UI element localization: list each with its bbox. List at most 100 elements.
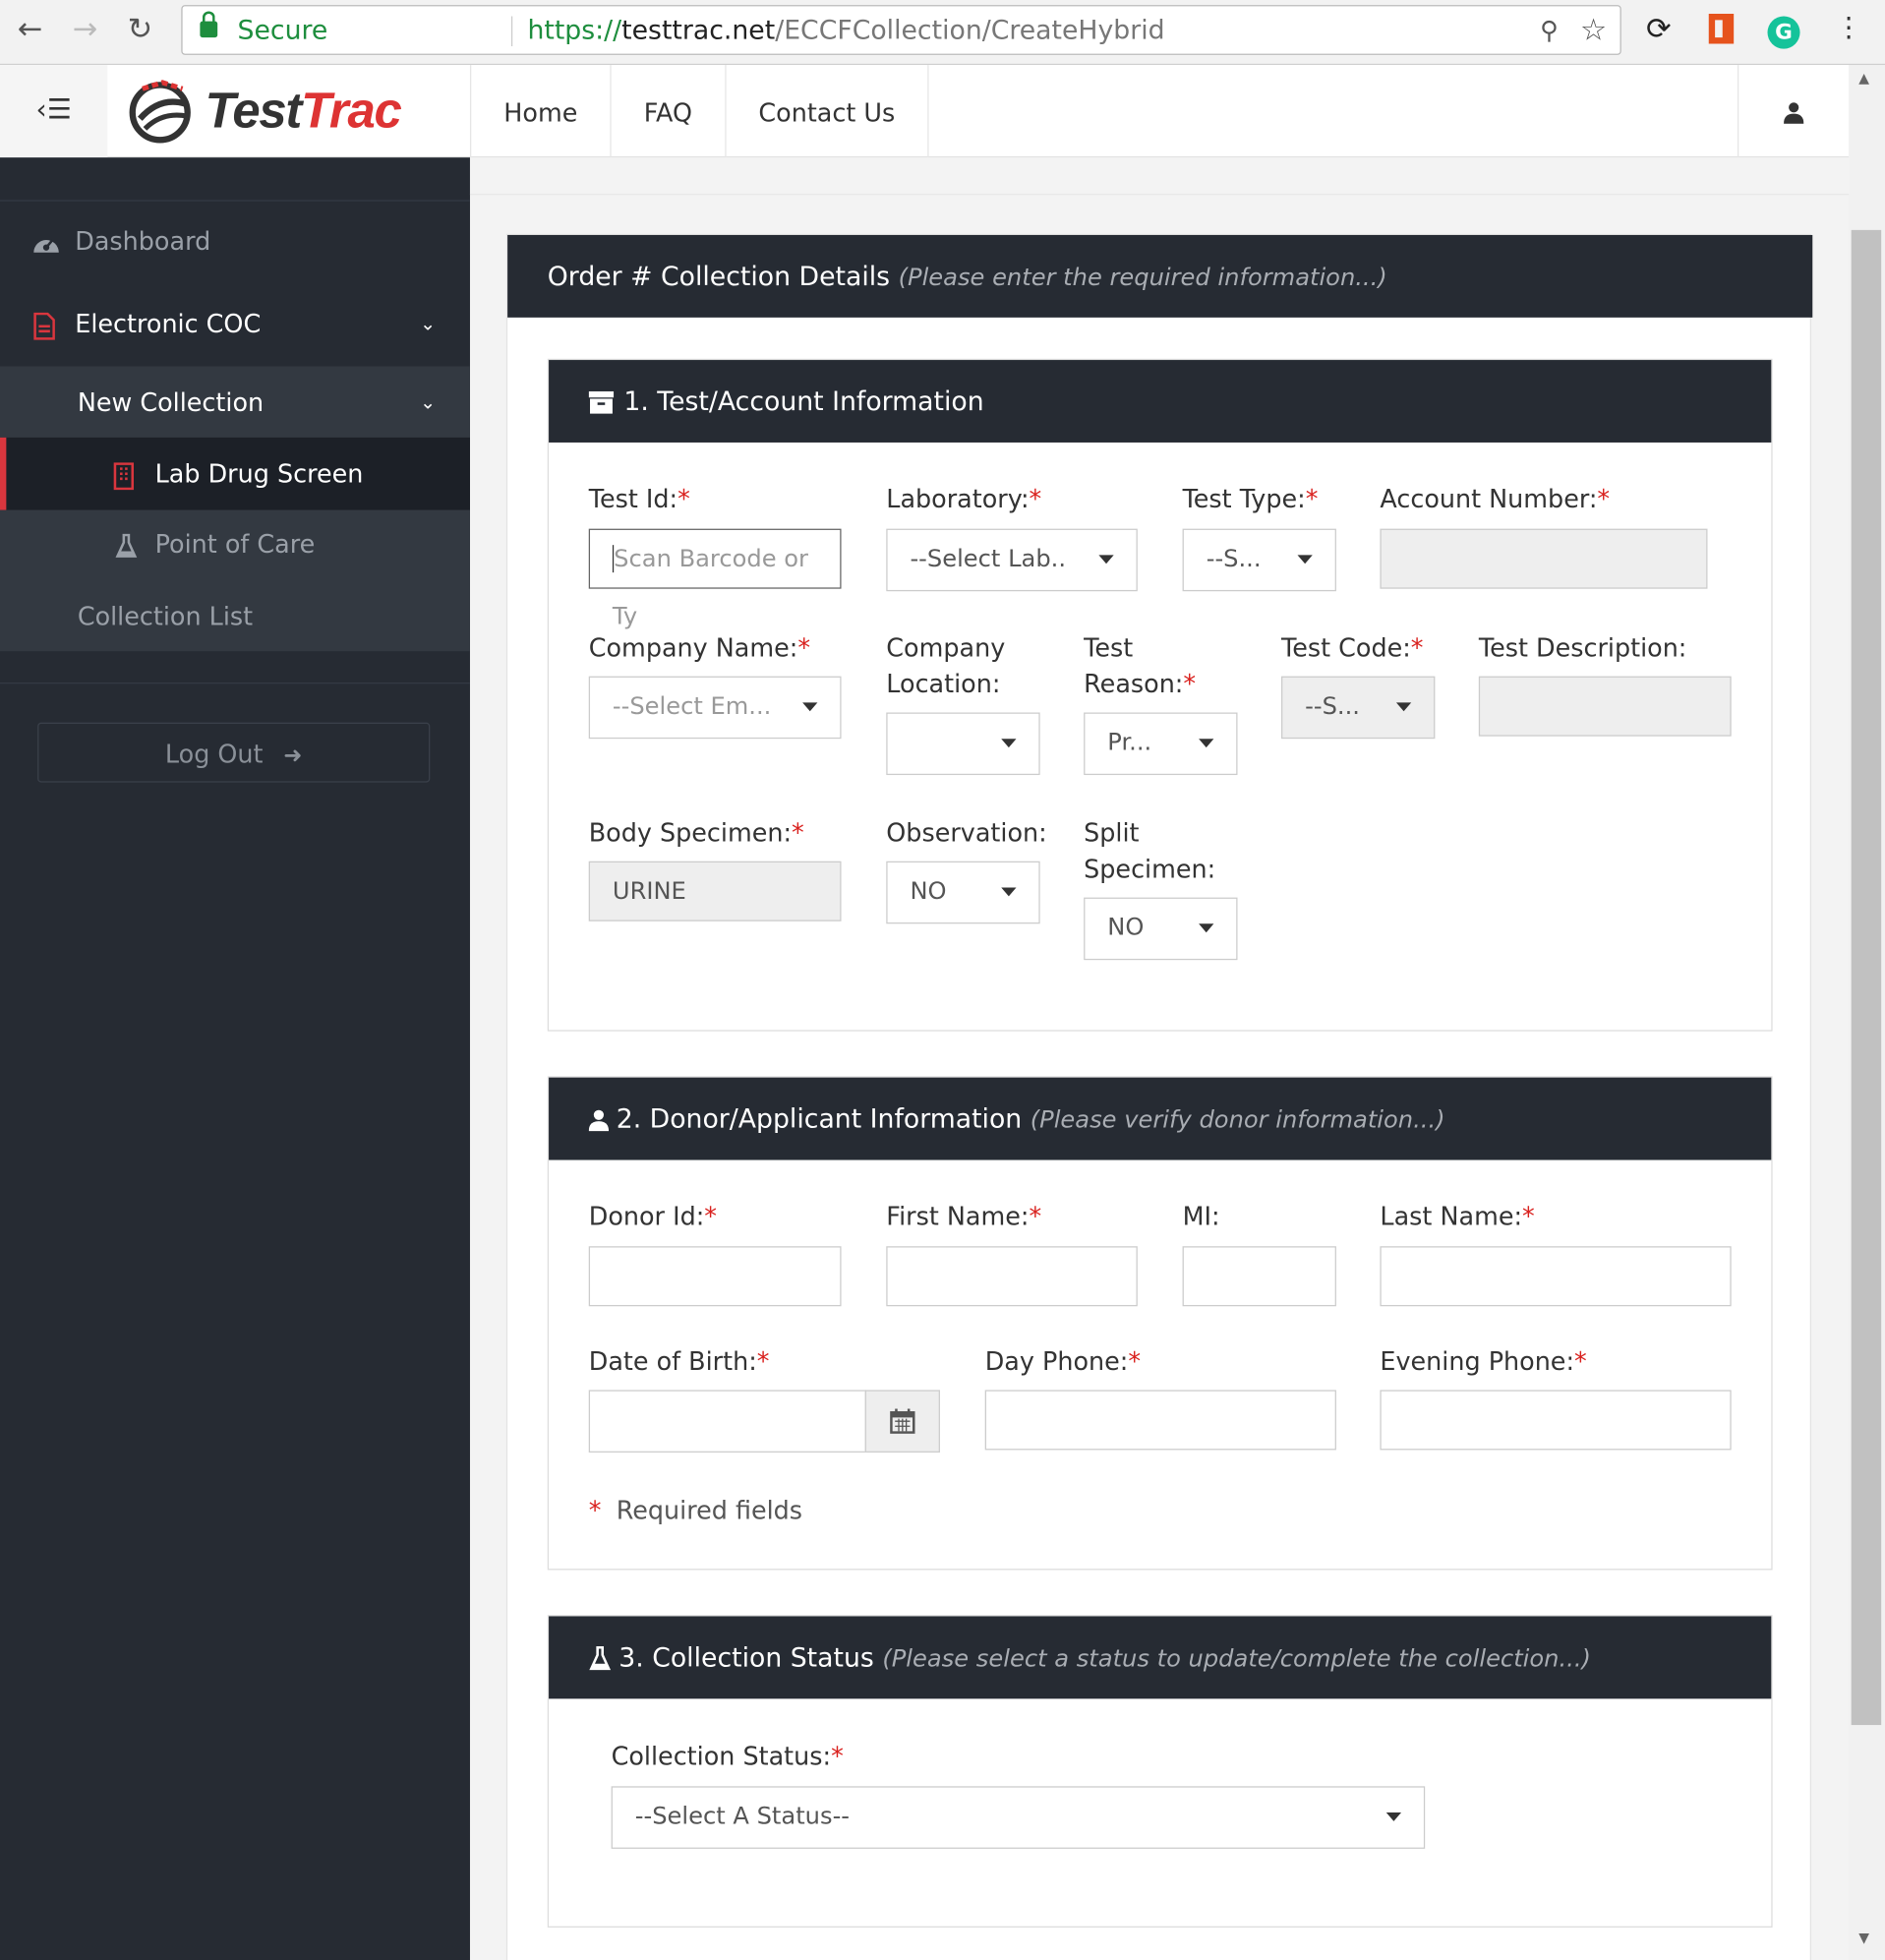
body-specimen-label: Body Specimen:* — [588, 817, 804, 848]
first-name-input[interactable] — [886, 1246, 1138, 1307]
test-type-select[interactable]: --S... — [1182, 528, 1336, 592]
address-bar[interactable]: Secure https://testtrac.net/ECCFCollecti… — [181, 5, 1621, 55]
sidebar-item-point-of-care[interactable]: Point of Care — [0, 515, 470, 572]
account-number-input[interactable] — [1380, 528, 1708, 589]
test-id-input[interactable]: Scan Barcode or Ty — [588, 528, 842, 630]
caret-down-icon — [1098, 555, 1114, 564]
caret-down-icon — [1001, 739, 1017, 748]
user-icon — [588, 1109, 610, 1132]
sync-extension-icon[interactable]: ⟳ — [1640, 10, 1678, 47]
donor-id-label: Donor Id:* — [588, 1201, 718, 1231]
account-number-label: Account Number:* — [1380, 483, 1611, 514]
back-icon[interactable]: ← — [18, 10, 43, 47]
chevron-down-icon: ⌄ — [420, 390, 437, 414]
split-specimen-select[interactable]: NO — [1084, 897, 1238, 961]
sidebar-item-lab-drug-screen[interactable]: Lab Drug Screen — [0, 438, 470, 510]
test-description-input[interactable] — [1478, 676, 1732, 737]
url-text: https://testtrac.net/ECCFCollection/Crea… — [527, 15, 1165, 45]
company-location-select[interactable] — [886, 712, 1040, 776]
company-location-label: Company Location: — [886, 632, 1006, 699]
test-code-select[interactable]: --S... — [1281, 676, 1436, 740]
page-subtitle: (Please enter the required information..… — [898, 264, 1387, 292]
flask-icon — [115, 515, 138, 572]
brand-name: TestTrac — [205, 83, 401, 139]
document-icon — [32, 295, 55, 352]
nav-contact-us[interactable]: Contact Us — [725, 65, 929, 158]
building-icon — [112, 438, 135, 510]
first-name-label: First Name:* — [886, 1201, 1042, 1231]
nav-home[interactable]: Home — [469, 65, 610, 158]
test-type-label: Test Type:* — [1182, 483, 1319, 514]
caret-down-icon — [1199, 923, 1214, 933]
mi-label: MI: — [1182, 1201, 1220, 1231]
office-extension-icon[interactable] — [1702, 10, 1739, 52]
collection-status-label: Collection Status:* — [611, 1741, 844, 1772]
page-scrollbar[interactable]: ▲ ▼ — [1849, 65, 1885, 1960]
logout-button[interactable]: Log Out ➜ — [37, 722, 431, 783]
date-of-birth-input[interactable] — [588, 1390, 866, 1453]
middle-initial-input[interactable] — [1182, 1246, 1336, 1307]
order-collection-details: Order # Collection Details (Please enter… — [505, 233, 1813, 1960]
sidebar-item-electronic-coc[interactable]: Electronic COC ⌄ — [0, 295, 470, 352]
browser-toolbar: ← → ↻ Secure https://testtrac.net/ECCFCo… — [0, 0, 1885, 66]
test-reason-select[interactable]: Pr... — [1084, 712, 1238, 776]
lock-icon — [200, 11, 218, 38]
section-1-header: 1. Test/Account Information — [549, 360, 1772, 443]
nav-faq[interactable]: FAQ — [610, 65, 725, 158]
evening-phone-input[interactable] — [1380, 1390, 1732, 1451]
top-navigation: Home FAQ Contact Us — [469, 65, 929, 158]
section-2-header: 2. Donor/Applicant Information (Please v… — [549, 1077, 1772, 1160]
page-title: Order # Collection Details — [547, 261, 891, 292]
key-icon[interactable]: ⚲ — [1540, 6, 1559, 53]
test-account-panel: 1. Test/Account Information Test Id:* Sc… — [547, 358, 1773, 1032]
test-code-label: Test Code:* — [1281, 632, 1424, 663]
collection-status-panel: 3. Collection Status (Please select a st… — [547, 1615, 1773, 1928]
sidebar-item-collection-list[interactable]: Collection List — [0, 587, 470, 644]
scrollbar-thumb[interactable] — [1851, 229, 1882, 1726]
caret-down-icon — [1199, 739, 1214, 748]
required-fields-note: * Required fields — [588, 1495, 803, 1525]
dashboard-icon — [32, 212, 60, 269]
collection-status-select[interactable]: --Select A Status-- — [611, 1786, 1426, 1849]
sidebar-item-new-collection[interactable]: New Collection ⌄ — [0, 374, 470, 431]
company-name-label: Company Name:* — [588, 632, 811, 663]
sign-out-icon: ➜ — [283, 742, 303, 769]
company-name-select[interactable]: --Select Em... — [588, 676, 842, 740]
laboratory-label: Laboratory:* — [886, 483, 1042, 514]
app-header: ‹☰ TestTrac Home FAQ Contact Us — [0, 65, 1850, 158]
scroll-down-icon[interactable]: ▼ — [1858, 1930, 1869, 1947]
archive-icon — [588, 390, 615, 414]
logo-mark-icon — [129, 80, 191, 144]
bookmark-star-icon[interactable]: ☆ — [1580, 6, 1607, 53]
chevron-down-icon: ⌄ — [420, 312, 437, 335]
grammarly-extension-icon[interactable]: G — [1765, 10, 1802, 49]
testtrac-logo[interactable]: TestTrac — [125, 78, 402, 146]
donor-id-input[interactable] — [588, 1246, 842, 1307]
caret-down-icon — [1297, 555, 1313, 564]
laboratory-select[interactable]: --Select Lab.. — [886, 528, 1138, 592]
reload-icon[interactable]: ↻ — [128, 10, 153, 47]
scroll-up-icon[interactable]: ▲ — [1858, 70, 1869, 87]
sidebar: Dashboard Electronic COC ⌄ New Collectio… — [0, 157, 470, 1960]
section-3-header: 3. Collection Status (Please select a st… — [549, 1616, 1772, 1699]
caret-down-icon — [1395, 702, 1412, 712]
calendar-icon — [890, 1408, 915, 1434]
secure-label: Secure — [237, 15, 328, 45]
day-phone-input[interactable] — [984, 1390, 1336, 1451]
last-name-input[interactable] — [1380, 1246, 1732, 1307]
test-reason-label: Test Reason:* — [1084, 632, 1197, 699]
forward-icon[interactable]: → — [73, 10, 98, 47]
calendar-button[interactable] — [864, 1390, 940, 1453]
user-icon — [1784, 102, 1804, 124]
sidebar-item-dashboard[interactable]: Dashboard — [0, 212, 470, 269]
body-specimen-input[interactable]: URINE — [588, 861, 842, 921]
sidebar-toggle-button[interactable]: ‹☰ — [0, 65, 108, 158]
test-description-label: Test Description: — [1478, 632, 1687, 663]
browser-menu-icon[interactable]: ⋮ — [1830, 10, 1867, 47]
last-name-label: Last Name:* — [1380, 1201, 1535, 1231]
user-menu-button[interactable] — [1737, 65, 1849, 158]
observation-select[interactable]: NO — [886, 861, 1040, 924]
evening-phone-label: Evening Phone:* — [1380, 1345, 1587, 1377]
flask-icon — [589, 1645, 612, 1671]
test-id-label: Test Id:* — [588, 483, 690, 514]
